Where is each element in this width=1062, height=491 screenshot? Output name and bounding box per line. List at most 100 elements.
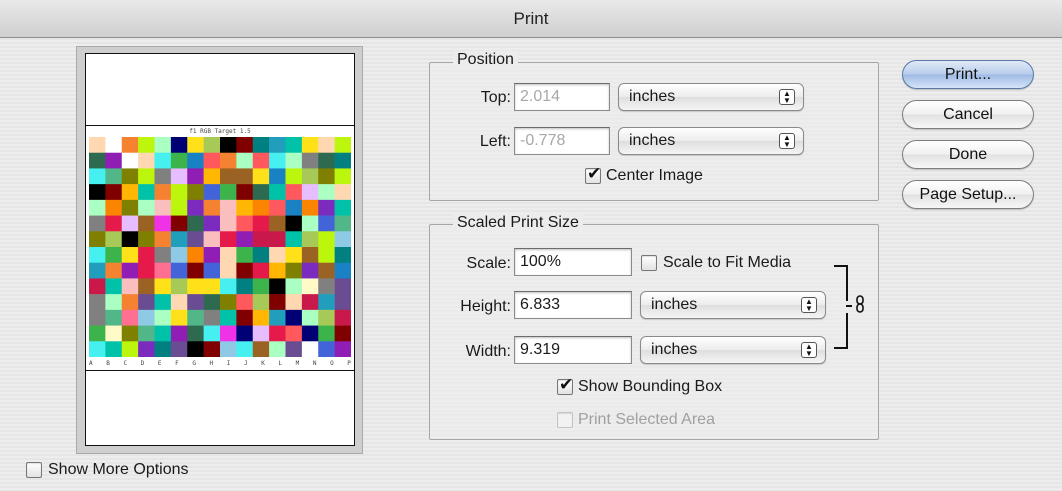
color-patch	[236, 341, 254, 357]
color-patch	[301, 262, 319, 279]
color-patch	[285, 278, 303, 295]
color-patch	[187, 152, 204, 169]
chain-link-icon[interactable]	[855, 295, 865, 313]
show-bounding-box-label[interactable]: Show Bounding Box	[578, 378, 722, 396]
color-patch	[105, 247, 123, 264]
color-patch	[203, 294, 221, 311]
color-patch	[301, 325, 319, 342]
color-patch	[236, 168, 254, 185]
color-patch	[236, 325, 254, 342]
color-patch	[138, 231, 155, 248]
preview-column-letter: O	[330, 360, 334, 367]
preview-column-letter: M	[295, 360, 300, 367]
top-label: Top:	[480, 89, 511, 106]
link-bracket-bottom	[834, 313, 848, 349]
show-bounding-box-checkbox[interactable]	[557, 375, 573, 395]
stepper-arrows-icon: ▲ ▼	[779, 133, 795, 149]
color-patch	[121, 168, 139, 185]
color-patch	[154, 262, 172, 279]
color-patch	[138, 199, 155, 216]
color-patch	[121, 262, 139, 279]
color-patch	[121, 231, 139, 248]
color-patch	[318, 309, 335, 326]
width-field[interactable]: 9.319	[514, 336, 632, 364]
color-patch	[121, 247, 139, 264]
center-image-label[interactable]: Center Image	[606, 167, 703, 185]
color-patch	[170, 231, 188, 248]
width-unit-popup[interactable]: inches ▲ ▼	[640, 336, 826, 364]
scale-field[interactable]: 100%	[514, 248, 632, 276]
show-more-options-label[interactable]: Show More Options	[48, 461, 189, 479]
color-patch	[252, 325, 270, 342]
position-group-title: Position	[453, 51, 518, 69]
preview-column-letter: A	[89, 360, 93, 367]
stepper-arrows-icon: ▲ ▼	[801, 342, 817, 358]
print-selected-area-label[interactable]: Print Selected Area	[578, 411, 715, 429]
color-patch	[121, 184, 139, 201]
color-patch	[285, 231, 303, 248]
height-field[interactable]: 6.833	[514, 291, 632, 319]
window-title: Print	[0, 0, 1062, 38]
color-patch	[220, 168, 237, 185]
left-unit-popup[interactable]: inches ▲ ▼	[618, 127, 804, 155]
center-image-checkbox[interactable]	[585, 164, 601, 184]
scale-to-fit-label[interactable]: Scale to Fit Media	[663, 254, 791, 272]
color-patch	[203, 341, 221, 357]
color-patch	[318, 262, 335, 279]
color-patch	[89, 247, 106, 264]
color-patch	[138, 215, 155, 232]
cancel-button[interactable]: Cancel	[902, 100, 1034, 129]
color-patch	[138, 247, 155, 264]
color-patch	[203, 184, 221, 201]
color-patch	[170, 184, 188, 201]
color-patch	[334, 247, 351, 264]
color-patch	[105, 215, 123, 232]
color-patch	[334, 199, 351, 216]
print-dialog: Print f1 RGB Target 1.5 A B C D E F G H I J K L M N O P…	[0, 0, 1062, 491]
top-unit-popup[interactable]: inches ▲ ▼	[618, 83, 804, 111]
color-patch	[121, 309, 139, 326]
preview-image[interactable]: f1 RGB Target 1.5 A B C D E F G H I J K L M N O P	[86, 125, 354, 371]
scale-to-fit-checkbox[interactable]	[641, 255, 657, 271]
color-patch	[170, 199, 188, 216]
color-patch	[301, 199, 319, 216]
color-patch	[285, 152, 303, 169]
color-patch	[154, 231, 172, 248]
color-patch	[318, 215, 335, 232]
color-patch	[220, 199, 237, 216]
color-patch	[220, 184, 237, 201]
color-patch	[203, 152, 221, 169]
left-unit-value: inches	[629, 132, 676, 149]
color-patch	[236, 309, 254, 326]
color-patch	[203, 215, 221, 232]
color-patch	[121, 325, 139, 342]
color-patch	[170, 278, 188, 295]
color-patch	[334, 278, 351, 295]
color-patch	[187, 294, 204, 311]
color-patch	[220, 278, 237, 295]
color-patch	[105, 152, 123, 169]
color-patch	[121, 294, 139, 311]
show-more-options-checkbox[interactable]	[26, 462, 42, 478]
top-field[interactable]: 2.014	[514, 83, 610, 111]
preview-column-letter: L	[278, 360, 283, 367]
page-setup-button[interactable]: Page Setup...	[902, 180, 1034, 209]
color-patch	[187, 325, 204, 342]
color-patch	[121, 199, 139, 216]
left-field[interactable]: -0.778	[514, 127, 610, 155]
color-patch	[318, 247, 335, 264]
color-patch	[269, 341, 286, 357]
done-button[interactable]: Done	[902, 140, 1034, 169]
color-patch	[138, 341, 155, 357]
color-patch	[154, 325, 172, 342]
color-patch	[187, 278, 204, 295]
print-selected-area-checkbox[interactable]	[557, 412, 573, 428]
color-patch	[187, 231, 204, 248]
preview-column-letter: D	[140, 360, 145, 367]
preview-column-letter: C	[123, 360, 128, 367]
print-button[interactable]: Print...	[902, 60, 1034, 89]
color-patch	[138, 278, 155, 295]
color-patch	[220, 309, 237, 326]
color-patch	[285, 184, 303, 201]
height-unit-popup[interactable]: inches ▲ ▼	[640, 291, 826, 319]
